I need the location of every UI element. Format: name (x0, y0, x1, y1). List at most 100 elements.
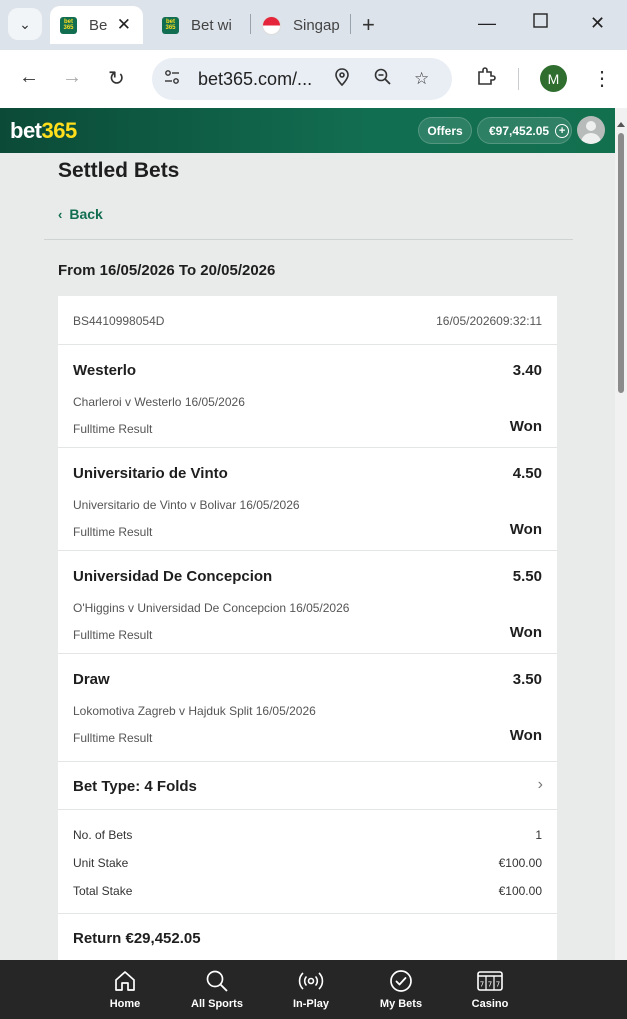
chevron-left-icon: ‹ (58, 206, 63, 222)
zoom-out-icon[interactable] (374, 68, 392, 91)
selection-market: Fulltime Result (73, 628, 153, 642)
bet-datetime: 16/05/202609:32:11 (436, 314, 542, 328)
bet365-logo[interactable]: bet365 (10, 118, 77, 144)
nav-item-my-bets[interactable]: My Bets (356, 960, 446, 1019)
stake-row: Unit Stake €100.00 (58, 856, 557, 876)
selection-name: Draw (73, 671, 110, 688)
browser-tab-bar: ⌄ bet 365 Be ✕ bet 365 Bet wi Singap + —… (0, 0, 627, 50)
chevron-down-icon: ⌄ (19, 15, 31, 32)
offers-button[interactable]: Offers (418, 117, 472, 144)
site-settings-icon[interactable] (164, 69, 180, 89)
bet365-favicon-icon: bet 365 (162, 16, 179, 34)
selection-name: Universitario de Vinto (73, 465, 228, 482)
bet-type-row[interactable]: Bet Type: 4 Folds › (58, 762, 557, 810)
scroll-thumb[interactable] (618, 133, 624, 393)
selection-event: Lokomotiva Zagreb v Hajduk Split 16/05/2… (73, 704, 316, 718)
maximize-icon[interactable] (533, 12, 548, 33)
selection-odds: 3.50 (512, 671, 542, 688)
tab-title: Be (89, 16, 108, 34)
browser-toolbar: ← → ↻ bet365.com/... ☆ M ⋮ (0, 50, 627, 108)
logo-word: bet (10, 118, 42, 143)
plus-icon: + (555, 123, 570, 138)
account-user-icon[interactable] (577, 116, 605, 144)
bet-card-header: BS4410998054D 16/05/202609:32:11 (58, 296, 557, 345)
page-scrollbar[interactable] (615, 108, 627, 960)
selection-odds: 4.50 (512, 465, 542, 482)
close-icon[interactable]: ✕ (117, 15, 131, 35)
window-close-icon[interactable]: ✕ (590, 13, 605, 34)
bet-type-label: Bet Type: 4 Folds (73, 778, 197, 795)
profile-avatar[interactable]: M (540, 65, 567, 92)
home-icon (115, 971, 135, 991)
site-header: bet365 Offers €97,452.05 + (0, 108, 615, 153)
nav-label: Casino (471, 998, 509, 1010)
extensions-puzzle-icon[interactable] (476, 66, 496, 92)
bottom-navigation: Home All Sports In-Play My Bets 777 Casi… (0, 960, 627, 1019)
chevron-right-icon: › (537, 776, 543, 793)
svg-text:7: 7 (488, 981, 492, 989)
forward-arrow-icon[interactable]: → (62, 66, 82, 89)
more-menu-icon[interactable]: ⋮ (592, 66, 612, 91)
address-bar[interactable]: bet365.com/... ☆ (152, 58, 452, 100)
nav-label: In-Play (292, 998, 330, 1010)
selection-event: Universitario de Vinto v Bolivar 16/05/2… (73, 498, 300, 512)
reload-icon[interactable]: ↻ (108, 66, 125, 91)
nav-label: Home (109, 998, 141, 1010)
check-circle-icon (390, 970, 412, 992)
stake-summary: No. of Bets 1 Unit Stake €100.00 Total S… (58, 810, 557, 914)
new-tab-plus-icon[interactable]: + (362, 12, 375, 38)
return-amount: Return €29,452.05 (73, 930, 201, 947)
slot-machine-icon: 777 (477, 971, 503, 991)
nav-label: All Sports (191, 998, 243, 1010)
selection-event: Charleroi v Westerlo 16/05/2026 (73, 395, 245, 409)
selection-odds: 3.40 (512, 362, 542, 379)
scroll-up-arrow-icon[interactable] (617, 122, 625, 127)
bookmark-star-icon[interactable]: ☆ (414, 69, 429, 89)
url-text: bet365.com/... (198, 68, 313, 89)
selection-odds: 5.50 (512, 568, 542, 585)
stake-label: No. of Bets (73, 828, 133, 842)
stake-row: No. of Bets 1 (58, 828, 557, 848)
bet365-favicon-icon: bet 365 (60, 16, 77, 34)
stake-value: 1 (535, 828, 542, 842)
tab-search-button[interactable]: ⌄ (8, 8, 42, 40)
selection-result: Won (509, 418, 542, 435)
balance-button[interactable]: €97,452.05 + (477, 117, 572, 144)
divider (44, 239, 573, 240)
stake-label: Unit Stake (73, 856, 129, 870)
tab-title: Singap (293, 16, 340, 34)
selection-name: Universidad De Concepcion (73, 568, 273, 585)
selection-result: Won (509, 521, 542, 538)
selection-result: Won (509, 727, 542, 744)
stake-value: €100.00 (498, 884, 542, 898)
logo-number: 365 (41, 118, 78, 143)
tab-separator (250, 14, 251, 34)
page-title: Settled Bets (58, 159, 180, 182)
nav-item-all-sports[interactable]: All Sports (172, 960, 262, 1019)
bet-selection: Universitario de Vinto 4.50 Universitari… (58, 448, 557, 551)
date-range: From 16/05/2026 To 20/05/2026 (58, 262, 276, 279)
nav-label: My Bets (379, 998, 423, 1010)
selection-name: Westerlo (73, 362, 137, 379)
bet-card: BS4410998054D 16/05/202609:32:11 Westerl… (58, 296, 557, 976)
singapore-flag-icon (262, 15, 281, 35)
back-arrow-icon[interactable]: ← (19, 66, 39, 89)
stake-label: Total Stake (73, 884, 133, 898)
back-label: Back (69, 206, 103, 222)
minimize-icon[interactable]: — (478, 13, 496, 34)
selection-market: Fulltime Result (73, 731, 153, 745)
balance-amount: €97,452.05 (489, 123, 550, 138)
nav-item-casino[interactable]: 777 Casino (445, 960, 535, 1019)
svg-text:7: 7 (480, 981, 484, 989)
back-link[interactable]: ‹ Back (58, 206, 103, 222)
toolbar-separator (518, 68, 519, 90)
browser-tab-3[interactable]: Singap (262, 6, 348, 44)
location-pin-icon[interactable] (334, 67, 350, 91)
browser-tab-active[interactable]: bet 365 Be ✕ (50, 6, 143, 44)
nav-item-home[interactable]: Home (80, 960, 170, 1019)
main-content: Settled Bets ‹ Back From 16/05/2026 To 2… (0, 153, 615, 976)
nav-item-in-play[interactable]: In-Play (266, 960, 356, 1019)
selection-market: Fulltime Result (73, 422, 153, 436)
broadcast-icon (298, 972, 324, 990)
browser-tab-2[interactable]: bet 365 Bet wi (160, 6, 248, 44)
